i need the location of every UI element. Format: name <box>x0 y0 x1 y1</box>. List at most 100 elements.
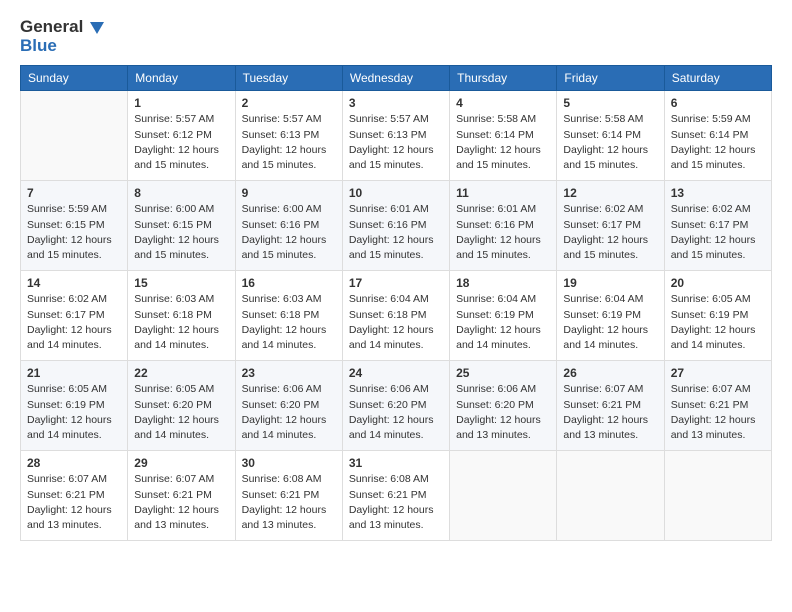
day-number: 15 <box>134 276 228 290</box>
day-number: 23 <box>242 366 336 380</box>
calendar-cell: 17 Sunrise: 6:04 AMSunset: 6:18 PMDayligh… <box>342 271 449 361</box>
day-info: Sunrise: 6:06 AMSunset: 6:20 PMDaylight:… <box>349 382 443 443</box>
calendar-cell: 22 Sunrise: 6:05 AMSunset: 6:20 PMDayligh… <box>128 361 235 451</box>
page: General Blue SundayMondayTuesdayWednesda… <box>0 0 792 612</box>
calendar-cell: 27 Sunrise: 6:07 AMSunset: 6:21 PMDayligh… <box>664 361 771 451</box>
day-info: Sunrise: 5:59 AMSunset: 6:15 PMDaylight:… <box>27 202 121 263</box>
day-info: Sunrise: 5:57 AMSunset: 6:12 PMDaylight:… <box>134 112 228 173</box>
day-info: Sunrise: 6:02 AMSunset: 6:17 PMDaylight:… <box>671 202 765 263</box>
day-number: 9 <box>242 186 336 200</box>
day-number: 22 <box>134 366 228 380</box>
calendar-cell <box>664 451 771 541</box>
calendar-cell: 9 Sunrise: 6:00 AMSunset: 6:16 PMDaylight… <box>235 181 342 271</box>
day-info: Sunrise: 6:06 AMSunset: 6:20 PMDaylight:… <box>242 382 336 443</box>
calendar-cell: 8 Sunrise: 6:00 AMSunset: 6:15 PMDaylight… <box>128 181 235 271</box>
day-number: 16 <box>242 276 336 290</box>
calendar-cell: 23 Sunrise: 6:06 AMSunset: 6:20 PMDayligh… <box>235 361 342 451</box>
day-info: Sunrise: 5:57 AMSunset: 6:13 PMDaylight:… <box>242 112 336 173</box>
logo-general: General <box>20 18 104 37</box>
day-info: Sunrise: 6:02 AMSunset: 6:17 PMDaylight:… <box>27 292 121 353</box>
calendar-cell: 19Sunrise: 6:04 AMSunset: 6:19 PMDayligh… <box>557 271 664 361</box>
calendar-week-row: 1 Sunrise: 5:57 AMSunset: 6:12 PMDaylight… <box>21 91 772 181</box>
day-number: 29 <box>134 456 228 470</box>
day-info: Sunrise: 5:58 AMSunset: 6:14 PMDaylight:… <box>456 112 550 173</box>
calendar-cell: 25Sunrise: 6:06 AMSunset: 6:20 PMDayligh… <box>450 361 557 451</box>
calendar-cell: 13 Sunrise: 6:02 AMSunset: 6:17 PMDayligh… <box>664 181 771 271</box>
calendar-cell: 15 Sunrise: 6:03 AMSunset: 6:18 PMDayligh… <box>128 271 235 361</box>
calendar-cell: 6Sunrise: 5:59 AMSunset: 6:14 PMDaylight… <box>664 91 771 181</box>
calendar-week-row: 7 Sunrise: 5:59 AMSunset: 6:15 PMDaylight… <box>21 181 772 271</box>
day-number: 11 <box>456 186 550 200</box>
calendar-week-row: 28 Sunrise: 6:07 AMSunset: 6:21 PMDayligh… <box>21 451 772 541</box>
day-info: Sunrise: 6:00 AMSunset: 6:16 PMDaylight:… <box>242 202 336 263</box>
day-number: 26 <box>563 366 657 380</box>
day-number: 19 <box>563 276 657 290</box>
day-number: 18 <box>456 276 550 290</box>
logo-text-block: General Blue <box>20 18 104 55</box>
day-info: Sunrise: 6:04 AMSunset: 6:19 PMDaylight:… <box>456 292 550 353</box>
calendar-cell: 14Sunrise: 6:02 AMSunset: 6:17 PMDayligh… <box>21 271 128 361</box>
day-number: 28 <box>27 456 121 470</box>
calendar-cell: 28 Sunrise: 6:07 AMSunset: 6:21 PMDayligh… <box>21 451 128 541</box>
day-number: 24 <box>349 366 443 380</box>
calendar-cell: 10 Sunrise: 6:01 AMSunset: 6:16 PMDayligh… <box>342 181 449 271</box>
day-info: Sunrise: 6:00 AMSunset: 6:15 PMDaylight:… <box>134 202 228 263</box>
day-number: 10 <box>349 186 443 200</box>
calendar-cell: 4 Sunrise: 5:58 AMSunset: 6:14 PMDaylight… <box>450 91 557 181</box>
logo: General Blue <box>20 18 104 55</box>
day-info: Sunrise: 6:01 AMSunset: 6:16 PMDaylight:… <box>456 202 550 263</box>
calendar-cell: 31 Sunrise: 6:08 AMSunset: 6:21 PMDayligh… <box>342 451 449 541</box>
day-info: Sunrise: 5:59 AMSunset: 6:14 PMDaylight:… <box>671 112 765 173</box>
day-number: 1 <box>134 96 228 110</box>
day-info: Sunrise: 6:05 AMSunset: 6:20 PMDaylight:… <box>134 382 228 443</box>
calendar-cell: 26 Sunrise: 6:07 AMSunset: 6:21 PMDayligh… <box>557 361 664 451</box>
calendar-cell: 20Sunrise: 6:05 AMSunset: 6:19 PMDayligh… <box>664 271 771 361</box>
day-number: 7 <box>27 186 121 200</box>
calendar-table: SundayMondayTuesdayWednesdayThursdayFrid… <box>20 65 772 541</box>
weekday-header-thursday: Thursday <box>450 66 557 91</box>
day-info: Sunrise: 6:08 AMSunset: 6:21 PMDaylight:… <box>242 472 336 533</box>
calendar-cell <box>450 451 557 541</box>
calendar-week-row: 21Sunrise: 6:05 AMSunset: 6:19 PMDayligh… <box>21 361 772 451</box>
day-info: Sunrise: 6:04 AMSunset: 6:18 PMDaylight:… <box>349 292 443 353</box>
calendar-cell: 21Sunrise: 6:05 AMSunset: 6:19 PMDayligh… <box>21 361 128 451</box>
weekday-header-wednesday: Wednesday <box>342 66 449 91</box>
calendar-cell <box>21 91 128 181</box>
calendar-cell: 12Sunrise: 6:02 AMSunset: 6:17 PMDayligh… <box>557 181 664 271</box>
day-info: Sunrise: 6:03 AMSunset: 6:18 PMDaylight:… <box>134 292 228 353</box>
day-number: 4 <box>456 96 550 110</box>
day-info: Sunrise: 6:07 AMSunset: 6:21 PMDaylight:… <box>671 382 765 443</box>
day-info: Sunrise: 6:07 AMSunset: 6:21 PMDaylight:… <box>563 382 657 443</box>
day-info: Sunrise: 5:58 AMSunset: 6:14 PMDaylight:… <box>563 112 657 173</box>
day-info: Sunrise: 6:07 AMSunset: 6:21 PMDaylight:… <box>27 472 121 533</box>
calendar-cell: 16 Sunrise: 6:03 AMSunset: 6:18 PMDayligh… <box>235 271 342 361</box>
weekday-header-row: SundayMondayTuesdayWednesdayThursdayFrid… <box>21 66 772 91</box>
day-info: Sunrise: 6:03 AMSunset: 6:18 PMDaylight:… <box>242 292 336 353</box>
day-info: Sunrise: 6:05 AMSunset: 6:19 PMDaylight:… <box>671 292 765 353</box>
weekday-header-monday: Monday <box>128 66 235 91</box>
day-info: Sunrise: 5:57 AMSunset: 6:13 PMDaylight:… <box>349 112 443 173</box>
day-number: 13 <box>671 186 765 200</box>
calendar-cell: 2Sunrise: 5:57 AMSunset: 6:13 PMDaylight… <box>235 91 342 181</box>
day-number: 8 <box>134 186 228 200</box>
weekday-header-friday: Friday <box>557 66 664 91</box>
day-number: 27 <box>671 366 765 380</box>
day-info: Sunrise: 6:07 AMSunset: 6:21 PMDaylight:… <box>134 472 228 533</box>
calendar-cell: 24 Sunrise: 6:06 AMSunset: 6:20 PMDayligh… <box>342 361 449 451</box>
calendar-cell: 30Sunrise: 6:08 AMSunset: 6:21 PMDayligh… <box>235 451 342 541</box>
day-number: 31 <box>349 456 443 470</box>
day-number: 12 <box>563 186 657 200</box>
weekday-header-sunday: Sunday <box>21 66 128 91</box>
day-info: Sunrise: 6:01 AMSunset: 6:16 PMDaylight:… <box>349 202 443 263</box>
logo-triangle-icon <box>90 22 104 34</box>
day-info: Sunrise: 6:08 AMSunset: 6:21 PMDaylight:… <box>349 472 443 533</box>
day-number: 5 <box>563 96 657 110</box>
calendar-cell: 18 Sunrise: 6:04 AMSunset: 6:19 PMDayligh… <box>450 271 557 361</box>
calendar-cell <box>557 451 664 541</box>
day-number: 17 <box>349 276 443 290</box>
calendar-cell: 7 Sunrise: 5:59 AMSunset: 6:15 PMDaylight… <box>21 181 128 271</box>
calendar-cell: 3Sunrise: 5:57 AMSunset: 6:13 PMDaylight… <box>342 91 449 181</box>
day-number: 25 <box>456 366 550 380</box>
weekday-header-saturday: Saturday <box>664 66 771 91</box>
weekday-header-tuesday: Tuesday <box>235 66 342 91</box>
